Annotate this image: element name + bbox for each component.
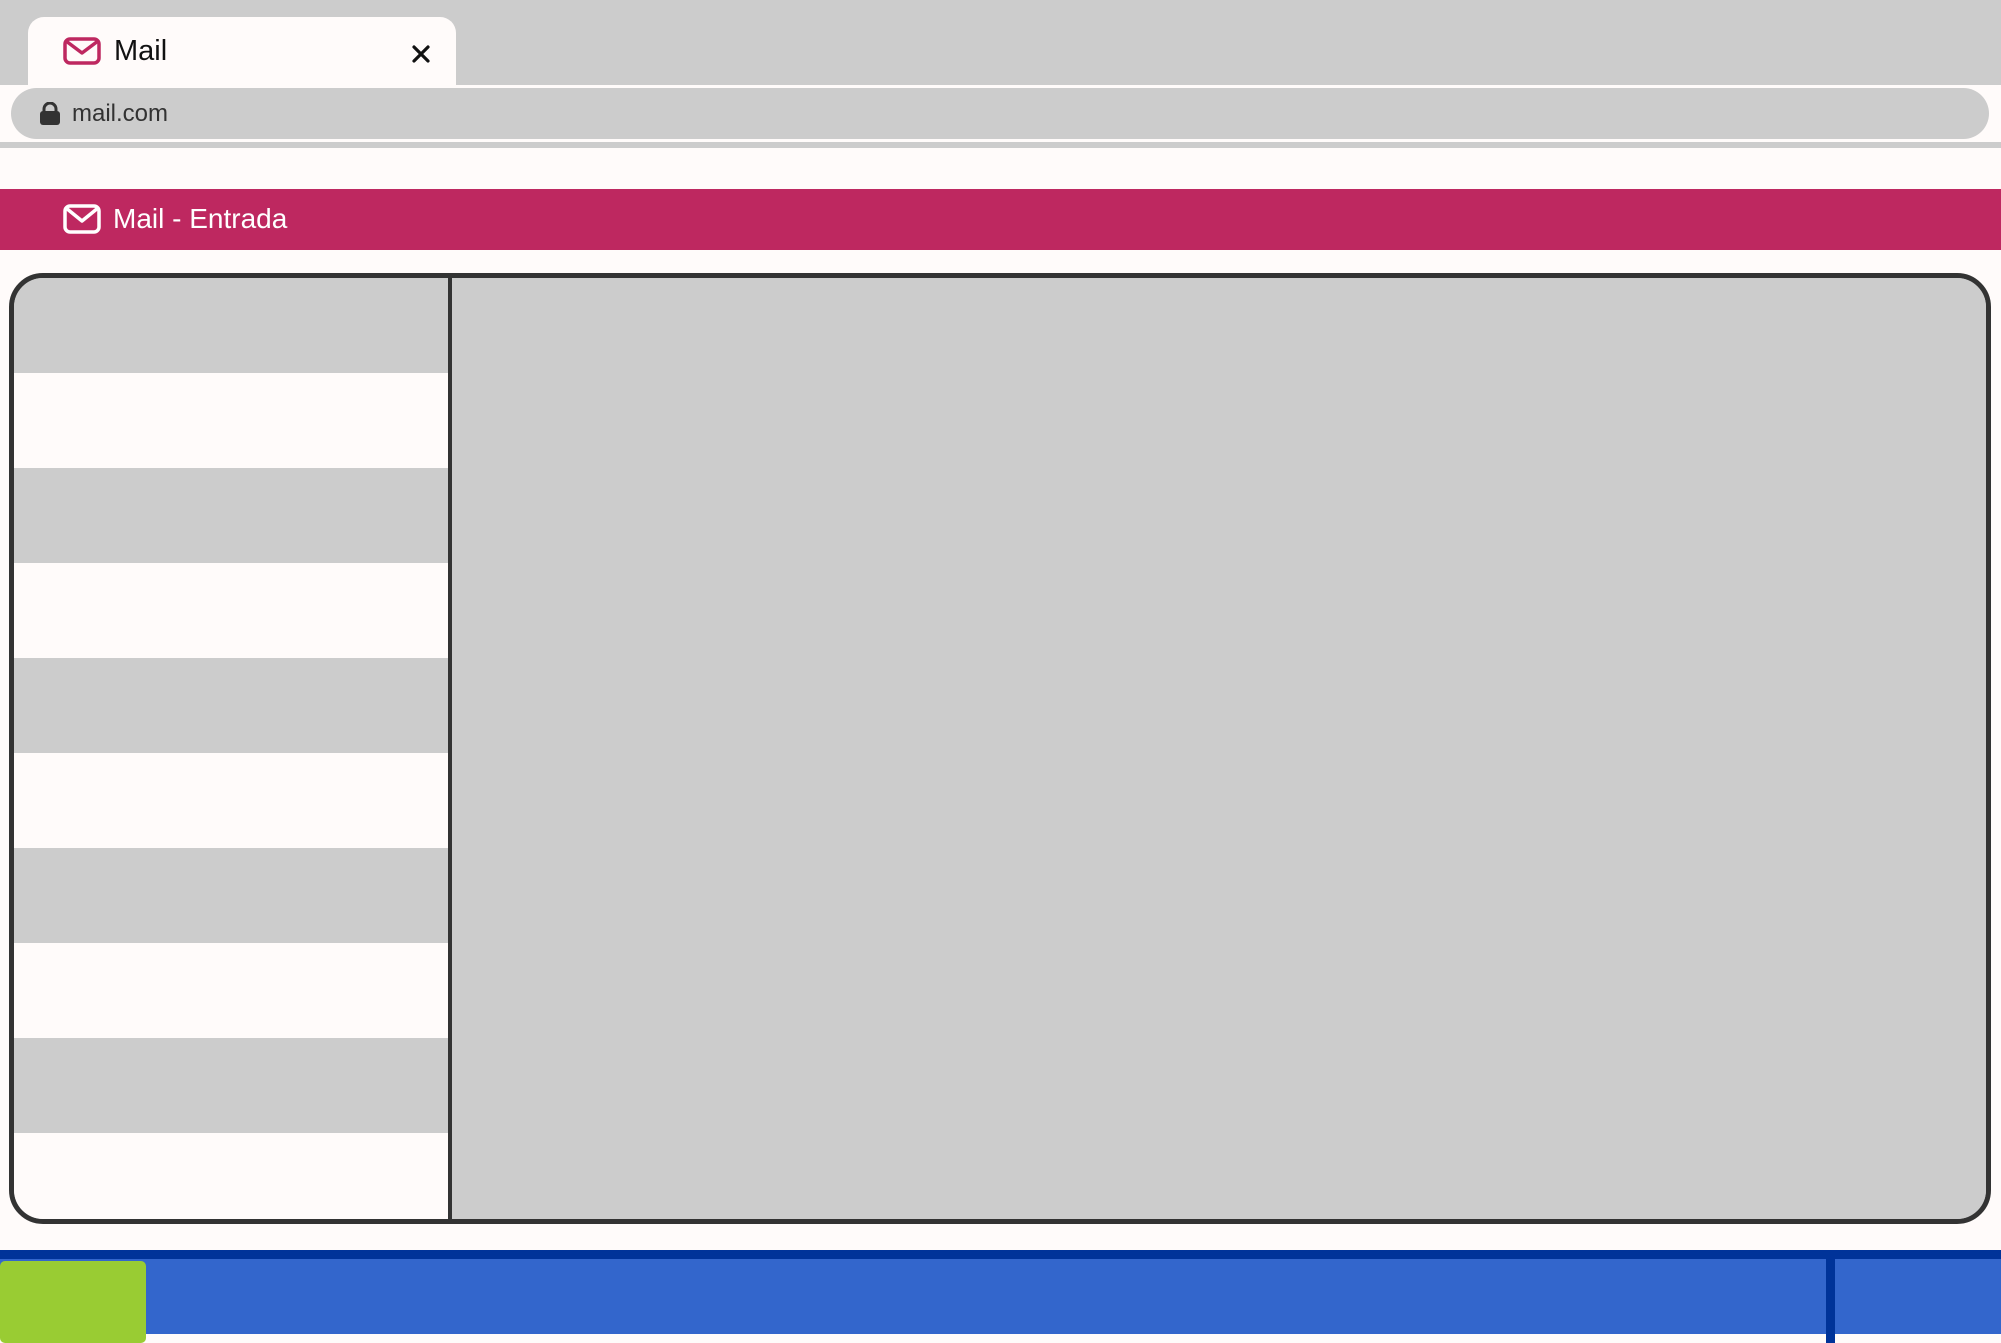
- message-row[interactable]: [14, 563, 448, 658]
- browser-tab-mail[interactable]: Mail: [28, 17, 456, 89]
- mail-icon: [63, 37, 101, 65]
- mail-panel: [9, 273, 1991, 1224]
- address-url: mail.com: [72, 100, 169, 127]
- address-bar[interactable]: mail.com: [11, 88, 1989, 139]
- message-list: [14, 278, 452, 1219]
- message-row[interactable]: [14, 1038, 448, 1133]
- message-row[interactable]: [14, 753, 448, 848]
- browser-tabstrip: Mail: [0, 0, 2001, 89]
- app-header: Mail - Entrada: [0, 189, 2001, 250]
- reading-pane: [452, 278, 1986, 1219]
- message-row[interactable]: [14, 278, 448, 373]
- lock-icon: [40, 102, 60, 125]
- taskbar: [0, 1250, 2001, 1343]
- message-row[interactable]: [14, 658, 448, 753]
- tab-title: Mail: [114, 35, 168, 67]
- page-title: Mail - Entrada: [113, 203, 288, 234]
- message-row[interactable]: [14, 848, 448, 943]
- mail-icon: [63, 204, 101, 234]
- message-row[interactable]: [14, 373, 448, 468]
- close-icon[interactable]: [412, 45, 430, 63]
- browser-toolbar: mail.com: [0, 85, 2001, 148]
- message-row[interactable]: [14, 1133, 448, 1219]
- tray-divider: [1826, 1259, 1835, 1343]
- message-row[interactable]: [14, 943, 448, 1038]
- message-row[interactable]: [14, 468, 448, 563]
- start-button[interactable]: [0, 1261, 146, 1343]
